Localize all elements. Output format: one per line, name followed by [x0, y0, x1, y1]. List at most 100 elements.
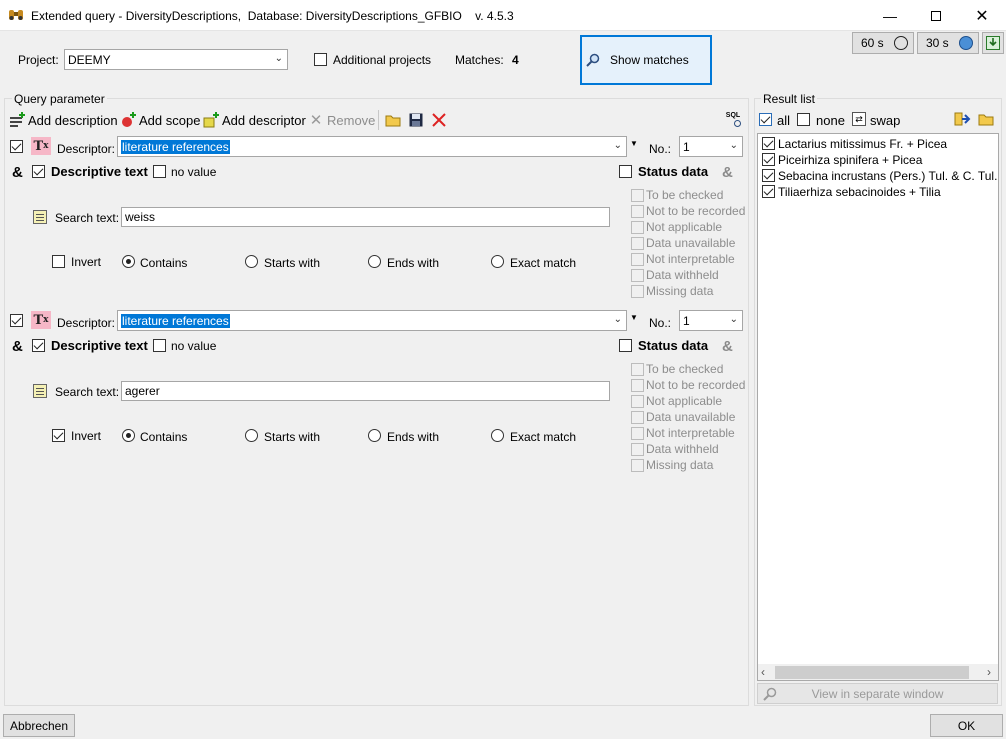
status-item-checkbox[interactable] — [631, 269, 644, 282]
search-text-2-input[interactable]: agerer — [121, 381, 610, 401]
status-item-checkbox[interactable] — [631, 363, 644, 376]
clear-query-icon[interactable] — [431, 112, 447, 128]
no-1-select[interactable]: 1 ⌄ — [679, 136, 743, 157]
result-item-checkbox[interactable] — [762, 185, 775, 198]
result-list-item[interactable]: Piceirhiza spinifera + Picea — [760, 152, 998, 168]
result-item-checkbox[interactable] — [762, 137, 775, 150]
result-item-checkbox[interactable] — [762, 153, 775, 166]
ends-with-1-radio[interactable] — [368, 255, 381, 268]
remove-button[interactable]: Remove — [327, 113, 375, 128]
project-value: DEEMY — [68, 53, 111, 67]
export-results-icon[interactable] — [953, 111, 971, 127]
status-item-checkbox[interactable] — [631, 459, 644, 472]
descriptor-1-value: literature references — [121, 140, 230, 154]
globe-clock-icon — [959, 36, 973, 50]
ends-with-2-radio[interactable] — [368, 429, 381, 442]
timeout-30-button[interactable]: 30 s — [917, 32, 979, 54]
status-item-checkbox[interactable] — [631, 189, 644, 202]
status-item-checkbox[interactable] — [631, 253, 644, 266]
status-item-label: Missing data — [646, 284, 714, 298]
scrollbar-thumb[interactable] — [775, 666, 969, 679]
exact-match-2-radio[interactable] — [491, 429, 504, 442]
ends-with-2-label: Ends with — [387, 430, 440, 444]
status-item-label: Not interpretable — [646, 426, 735, 440]
maximize-button[interactable] — [913, 0, 959, 31]
remove-icon: ✕ — [309, 112, 323, 129]
invert-1-checkbox[interactable] — [52, 255, 65, 268]
select-all-checkbox[interactable] — [759, 113, 772, 126]
no-value-1-label: no value — [171, 165, 217, 179]
starts-with-1-radio[interactable] — [245, 255, 258, 268]
descriptor-1-checkbox[interactable] — [10, 140, 23, 153]
contains-2-radio[interactable] — [122, 429, 135, 442]
result-list-item[interactable]: Tiliaerhiza sebacinoides + Tilia — [760, 184, 998, 200]
search-text-1-label: Search text: — [55, 211, 120, 225]
open-folder-icon[interactable] — [385, 112, 401, 128]
status-item-checkbox[interactable] — [631, 427, 644, 440]
no-value-1-checkbox[interactable] — [153, 165, 166, 178]
status-and-operator-icon[interactable]: & — [722, 338, 733, 355]
descriptive-text-1-checkbox[interactable] — [32, 165, 45, 178]
status-item-checkbox[interactable] — [631, 221, 644, 234]
select-none-checkbox[interactable] — [797, 113, 810, 126]
open-results-folder-icon[interactable] — [977, 111, 995, 127]
descriptor-2-checkbox[interactable] — [10, 314, 23, 327]
minimize-button[interactable]: — — [867, 0, 913, 31]
invert-2-checkbox[interactable] — [52, 429, 65, 442]
status-item-checkbox[interactable] — [631, 237, 644, 250]
starts-with-2-label: Starts with — [264, 430, 321, 444]
sql-icon[interactable]: SQL — [723, 110, 743, 128]
scroll-left-icon[interactable]: ‹ — [761, 665, 765, 679]
status-item-checkbox[interactable] — [631, 443, 644, 456]
result-list-item[interactable]: Lactarius mitissimus Fr. + Picea — [760, 136, 998, 152]
swap-icon[interactable]: ⇄ — [852, 112, 866, 126]
contains-1-label: Contains — [140, 256, 188, 270]
additional-projects-checkbox[interactable] — [314, 53, 327, 66]
and-operator-icon[interactable]: & — [12, 338, 23, 355]
search-text-1-input[interactable]: weiss — [121, 207, 610, 227]
descriptor-2-select[interactable]: literature references ⌄ — [117, 310, 627, 331]
status-item-label: Not to be recorded — [646, 204, 746, 218]
export-button[interactable] — [982, 32, 1004, 54]
add-scope-button[interactable]: Add scope — [139, 113, 200, 128]
status-data-1-checkbox[interactable] — [619, 165, 632, 178]
descriptive-text-1-label: Descriptive text — [51, 164, 148, 179]
descriptive-text-2-checkbox[interactable] — [32, 339, 45, 352]
status-data-2-label: Status data — [638, 338, 709, 353]
add-description-button[interactable]: Add description — [28, 113, 118, 128]
result-list-item[interactable]: Sebacina incrustans (Pers.) Tul. & C. Tu… — [760, 168, 998, 184]
show-matches-button[interactable]: Show matches — [580, 35, 712, 85]
status-item-checkbox[interactable] — [631, 205, 644, 218]
descriptor-1-select[interactable]: literature references ⌄ — [117, 136, 627, 157]
timeout-60-button[interactable]: 60 s — [852, 32, 914, 54]
close-button[interactable]: ✕ — [959, 0, 1005, 31]
status-item-checkbox[interactable] — [631, 379, 644, 392]
no-value-2-checkbox[interactable] — [153, 339, 166, 352]
toolbar-divider — [378, 110, 379, 130]
starts-with-1-label: Starts with — [264, 256, 321, 270]
horizontal-scrollbar[interactable]: ‹ › — [758, 664, 998, 680]
scroll-right-icon[interactable]: › — [987, 665, 991, 679]
result-item-label: Piceirhiza spinifera + Picea — [778, 153, 923, 167]
result-list[interactable]: Lactarius mitissimus Fr. + Picea Piceirhi… — [757, 133, 999, 681]
save-icon[interactable] — [408, 112, 424, 128]
descriptor-1-dropdown-arrow-icon[interactable]: ▼ — [630, 139, 638, 148]
exact-match-1-radio[interactable] — [491, 255, 504, 268]
result-item-checkbox[interactable] — [762, 169, 775, 182]
starts-with-2-radio[interactable] — [245, 429, 258, 442]
add-descriptor-button[interactable]: Add descriptor — [222, 113, 306, 128]
cancel-button[interactable]: Abbrechen — [3, 714, 75, 737]
ok-button[interactable]: OK — [930, 714, 1003, 737]
status-and-operator-icon[interactable]: & — [722, 164, 733, 181]
status-item-label: Not applicable — [646, 394, 723, 408]
view-separate-window-button[interactable]: View in separate window — [757, 683, 998, 704]
status-item-checkbox[interactable] — [631, 285, 644, 298]
and-operator-icon[interactable]: & — [12, 164, 23, 181]
no-2-select[interactable]: 1 ⌄ — [679, 310, 743, 331]
descriptor-2-dropdown-arrow-icon[interactable]: ▼ — [630, 313, 638, 322]
status-item-checkbox[interactable] — [631, 395, 644, 408]
contains-1-radio[interactable] — [122, 255, 135, 268]
project-select[interactable]: DEEMY ⌄ — [64, 49, 288, 70]
status-item-checkbox[interactable] — [631, 411, 644, 424]
status-data-2-checkbox[interactable] — [619, 339, 632, 352]
